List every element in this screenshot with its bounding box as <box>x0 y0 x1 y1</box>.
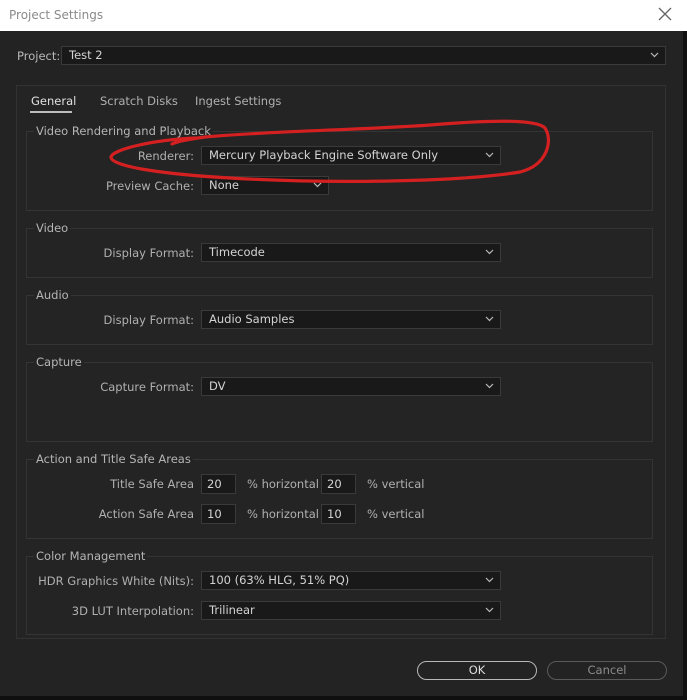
hdr-white-select[interactable]: 100 (63% HLG, 51% PQ) <box>201 571 501 590</box>
action-safe-vertical-unit: % vertical <box>367 507 425 521</box>
action-safe-label: Action Safe Area <box>98 507 194 521</box>
group-video-rendering: Video Rendering and Playback <box>26 124 653 211</box>
tab-scratch-disks[interactable]: Scratch Disks <box>100 94 178 108</box>
title-safe-vertical-unit: % vertical <box>367 477 425 491</box>
chevron-down-icon <box>485 316 494 322</box>
renderer-label: Renderer: <box>137 149 194 163</box>
group-title: Video <box>34 221 71 235</box>
chevron-down-icon <box>485 383 494 389</box>
chevron-down-icon <box>485 152 494 158</box>
group-title: Video Rendering and Playback <box>34 124 213 138</box>
action-safe-vertical-input[interactable]: 10 <box>321 504 356 524</box>
action-safe-horizontal-input[interactable]: 10 <box>201 504 236 524</box>
chevron-down-icon <box>485 607 494 613</box>
group-capture: Capture <box>26 355 653 442</box>
preview-cache-select[interactable]: None <box>201 176 329 195</box>
title-safe-horizontal-input[interactable]: 20 <box>201 474 236 494</box>
renderer-select-value: Mercury Playback Engine Software Only <box>209 148 439 162</box>
group-title: Color Management <box>34 549 148 563</box>
title-bar: Project Settings <box>0 0 687 32</box>
cancel-button[interactable]: Cancel <box>547 661 667 680</box>
chevron-down-icon <box>650 52 659 58</box>
audio-display-format-value: Audio Samples <box>209 312 295 326</box>
hdr-white-label: HDR Graphics White (Nits): <box>38 574 194 588</box>
project-select[interactable]: Test 2 <box>61 46 666 65</box>
background-app-edge-bottom <box>0 696 687 700</box>
audio-display-format-select[interactable]: Audio Samples <box>201 310 501 329</box>
tab-general[interactable]: General <box>31 94 76 108</box>
ok-button[interactable]: OK <box>417 661 537 680</box>
group-color-management: Color Management <box>26 549 653 635</box>
group-title: Audio <box>34 288 71 302</box>
preview-cache-select-value: None <box>209 178 240 192</box>
title-safe-vertical-input[interactable]: 20 <box>321 474 356 494</box>
tab-ingest-settings[interactable]: Ingest Settings <box>195 94 281 108</box>
title-safe-label: Title Safe Area <box>110 477 194 491</box>
group-title: Action and Title Safe Areas <box>34 452 193 466</box>
project-select-value: Test 2 <box>69 48 103 62</box>
project-label: Project: <box>17 49 61 63</box>
video-display-format-value: Timecode <box>209 245 265 259</box>
chevron-down-icon <box>313 182 322 188</box>
lut-interpolation-select[interactable]: Trilinear <box>201 601 501 620</box>
hdr-white-value: 100 (63% HLG, 51% PQ) <box>209 573 350 587</box>
audio-display-format-label: Display Format: <box>103 313 194 327</box>
title-safe-horizontal-unit: % horizontal <box>247 477 319 491</box>
lut-interpolation-label: 3D LUT Interpolation: <box>71 604 194 618</box>
capture-format-select[interactable]: DV <box>201 377 501 396</box>
group-title: Capture <box>34 355 84 369</box>
active-tab-indicator <box>30 111 72 113</box>
background-app-edge <box>683 31 687 700</box>
close-icon[interactable] <box>657 6 673 22</box>
chevron-down-icon <box>485 249 494 255</box>
capture-format-value: DV <box>209 379 226 393</box>
video-display-format-label: Display Format: <box>103 246 194 260</box>
video-display-format-select[interactable]: Timecode <box>201 243 501 262</box>
chevron-down-icon <box>485 577 494 583</box>
action-safe-horizontal-unit: % horizontal <box>247 507 319 521</box>
window-title: Project Settings <box>9 8 104 22</box>
renderer-select[interactable]: Mercury Playback Engine Software Only <box>201 146 501 165</box>
capture-format-label: Capture Format: <box>100 380 194 394</box>
group-safe-areas: Action and Title Safe Areas <box>26 452 653 539</box>
lut-interpolation-value: Trilinear <box>209 603 255 617</box>
preview-cache-label: Preview Cache: <box>105 179 194 193</box>
